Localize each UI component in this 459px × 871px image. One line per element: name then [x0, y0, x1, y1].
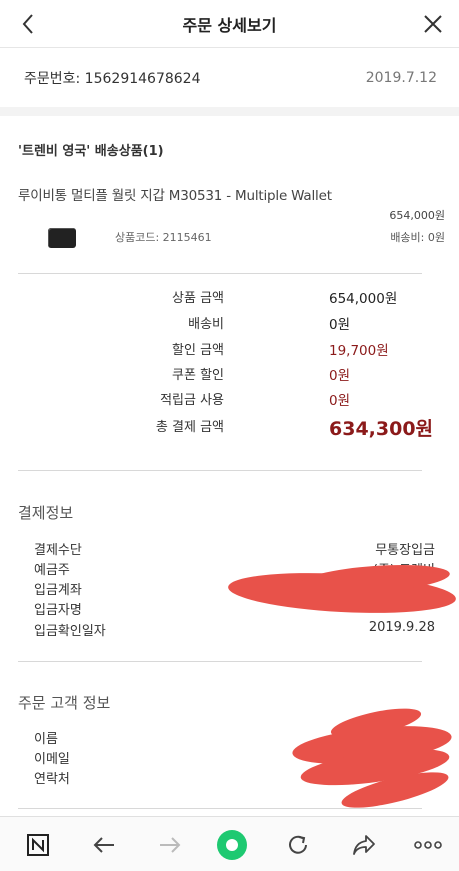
- summary-label: 상품 금액: [172, 291, 224, 306]
- order-date: 2019.7.12: [365, 69, 437, 86]
- divider: [18, 808, 422, 809]
- product-shipping-fee: 배송비: 0원: [390, 231, 445, 244]
- order-info-row: 주문번호: 1562914678624 2019.7.12: [0, 48, 459, 116]
- product-thumbnail[interactable]: [48, 228, 76, 248]
- product-code: 상품코드: 2115461: [115, 231, 212, 244]
- customer-label: 연락처: [34, 772, 70, 787]
- payment-label: 결제수단: [34, 543, 82, 558]
- shop-title: '트렌비 영국' 배송상품(1): [18, 144, 164, 159]
- order-number: 주문번호: 1562914678624: [24, 70, 201, 87]
- home-button[interactable]: [216, 829, 248, 861]
- close-icon: [424, 15, 442, 33]
- refresh-button[interactable]: [282, 829, 314, 861]
- product-name[interactable]: 루이비통 멀티플 월릿 지갑 M30531 - Multiple Wallet: [18, 184, 332, 204]
- back-nav-button[interactable]: [88, 829, 120, 861]
- coupon-value: 0원: [329, 368, 351, 384]
- forward-arrow-icon: [160, 837, 181, 853]
- customer-label: 이메일: [34, 752, 70, 767]
- back-arrow-icon: [93, 837, 114, 853]
- summary-label: 적립금 사용: [160, 393, 224, 408]
- browser-toolbar: [0, 816, 459, 871]
- payment-label: 예금주: [34, 563, 70, 578]
- points-value: 0원: [329, 393, 351, 409]
- divider: [18, 661, 422, 662]
- more-icon: [414, 841, 442, 849]
- product-price: 654,000원: [389, 209, 445, 222]
- page-title: 주문 상세보기: [182, 15, 277, 35]
- summary-label: 쿠폰 할인: [172, 368, 224, 383]
- summary-label: 할인 금액: [172, 343, 224, 358]
- total-label: 총 결제 금액: [155, 420, 224, 435]
- summary-value: 0원: [329, 317, 351, 333]
- home-circle-icon: [217, 830, 247, 860]
- summary-label: 배송비: [188, 317, 224, 332]
- payment-value: 무통장입금: [375, 543, 435, 558]
- naver-icon: [27, 834, 49, 856]
- more-button[interactable]: [412, 829, 444, 861]
- divider: [18, 470, 422, 471]
- chevron-left-icon: [22, 14, 33, 34]
- forward-nav-button[interactable]: [154, 829, 186, 861]
- total-value: 634,300원: [329, 418, 434, 440]
- share-icon: [353, 835, 375, 855]
- customer-section-title: 주문 고객 정보: [18, 694, 111, 712]
- close-button[interactable]: [419, 10, 447, 38]
- refresh-icon: [289, 835, 307, 854]
- summary-value: 654,000원: [329, 291, 398, 307]
- divider: [18, 273, 422, 274]
- payment-section-title: 결제정보: [18, 504, 74, 522]
- top-bar: 주문 상세보기: [0, 0, 459, 48]
- payment-label: 입금자명: [34, 603, 82, 618]
- discount-value: 19,700원: [329, 343, 389, 359]
- naver-button[interactable]: [22, 829, 54, 861]
- payment-value: 2019.9.28: [368, 620, 435, 635]
- share-button[interactable]: [348, 829, 380, 861]
- back-button[interactable]: [14, 10, 42, 38]
- payment-label: 입금계좌: [34, 583, 82, 598]
- customer-label: 이름: [34, 732, 58, 747]
- payment-label: 입금확인일자: [34, 624, 106, 639]
